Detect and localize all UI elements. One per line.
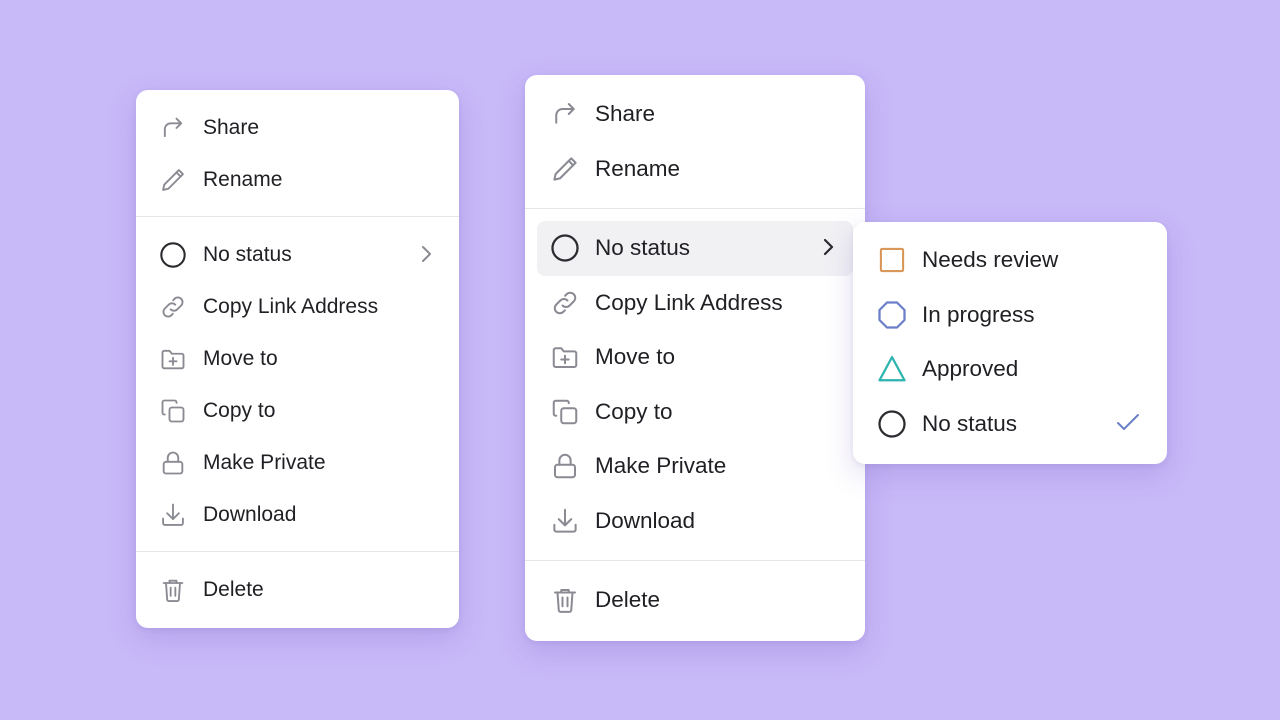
circle-status-icon bbox=[549, 232, 581, 264]
lock-icon bbox=[549, 450, 581, 482]
menu-divider bbox=[525, 560, 865, 561]
status-option-label: Approved bbox=[922, 356, 1019, 382]
menu-item-label: Delete bbox=[203, 578, 264, 601]
lock-icon bbox=[158, 448, 188, 478]
chevron-right-icon bbox=[821, 236, 835, 258]
menu-item-delete[interactable]: Delete bbox=[537, 573, 853, 628]
octagon-status-icon bbox=[877, 300, 907, 330]
menu-item-rename[interactable]: Rename bbox=[537, 142, 853, 197]
status-option-label: Needs review bbox=[922, 247, 1059, 273]
triangle-status-icon bbox=[877, 354, 907, 384]
menu-item-label: Move to bbox=[203, 347, 278, 370]
menu-item-label: No status bbox=[203, 243, 292, 266]
chevron-right-icon bbox=[419, 243, 433, 265]
share-icon bbox=[158, 113, 188, 143]
menu-item-status[interactable]: No status bbox=[136, 229, 459, 281]
circle-status-icon bbox=[158, 240, 188, 270]
menu-item-label: Download bbox=[595, 507, 696, 533]
download-icon bbox=[549, 505, 581, 537]
folder-plus-icon bbox=[158, 344, 188, 374]
menu-item-label: No status bbox=[595, 235, 691, 261]
status-option-label: No status bbox=[922, 410, 1018, 436]
copy-icon bbox=[549, 396, 581, 428]
menu-item-copy-link[interactable]: Copy Link Address bbox=[136, 281, 459, 333]
status-option-label: In progress bbox=[922, 301, 1035, 327]
status-option-no-status[interactable]: No status bbox=[853, 397, 1167, 452]
trash-icon bbox=[158, 575, 188, 605]
circle-status-icon bbox=[877, 409, 907, 439]
share-icon bbox=[549, 98, 581, 130]
trash-icon bbox=[549, 584, 581, 616]
menu-item-label: Make Private bbox=[203, 451, 326, 474]
pencil-icon bbox=[549, 153, 581, 185]
menu-item-share[interactable]: Share bbox=[136, 102, 459, 154]
status-option-needs-review[interactable]: Needs review bbox=[853, 233, 1167, 288]
menu-divider bbox=[525, 208, 865, 209]
menu-item-label: Share bbox=[595, 101, 656, 127]
folder-plus-icon bbox=[549, 341, 581, 373]
menu-item-download[interactable]: Download bbox=[537, 494, 853, 549]
menu-item-download[interactable]: Download bbox=[136, 489, 459, 541]
menu-item-label: Make Private bbox=[595, 453, 727, 479]
square-status-icon bbox=[877, 245, 907, 275]
menu-divider bbox=[136, 216, 459, 217]
menu-item-label: Copy to bbox=[595, 398, 673, 424]
menu-item-make-private[interactable]: Make Private bbox=[537, 439, 853, 494]
menu-item-label: Download bbox=[203, 503, 297, 526]
menu-item-label: Delete bbox=[595, 587, 661, 613]
menu-item-copy-link[interactable]: Copy Link Address bbox=[537, 276, 853, 331]
menu-item-label: Share bbox=[203, 116, 260, 139]
link-icon bbox=[158, 292, 188, 322]
menu-item-label: Move to bbox=[595, 344, 676, 370]
menu-item-status[interactable]: No status bbox=[537, 221, 853, 276]
copy-icon bbox=[158, 396, 188, 426]
menu-item-label: Copy Link Address bbox=[203, 295, 379, 318]
status-submenu: Needs review In progress Approved No sta… bbox=[853, 222, 1167, 464]
menu-divider bbox=[136, 551, 459, 552]
menu-item-move-to[interactable]: Move to bbox=[136, 333, 459, 385]
checkmark-icon bbox=[1115, 412, 1141, 439]
menu-item-rename[interactable]: Rename bbox=[136, 154, 459, 206]
menu-item-label: Rename bbox=[595, 155, 681, 181]
status-option-approved[interactable]: Approved bbox=[853, 342, 1167, 397]
menu-item-label: Copy Link Address bbox=[595, 289, 783, 315]
menu-item-make-private[interactable]: Make Private bbox=[136, 437, 459, 489]
menu-item-label: Copy to bbox=[203, 399, 276, 422]
menu-item-label: Rename bbox=[203, 168, 283, 191]
menu-item-copy-to[interactable]: Copy to bbox=[136, 385, 459, 437]
menu-item-move-to[interactable]: Move to bbox=[537, 330, 853, 385]
menu-item-copy-to[interactable]: Copy to bbox=[537, 385, 853, 440]
pencil-icon bbox=[158, 165, 188, 195]
menu-item-share[interactable]: Share bbox=[537, 87, 853, 142]
download-icon bbox=[158, 500, 188, 530]
context-menu-expanded: Share Rename No status Copy Link Address… bbox=[525, 75, 865, 641]
link-icon bbox=[549, 287, 581, 319]
status-option-in-progress[interactable]: In progress bbox=[853, 288, 1167, 343]
menu-item-delete[interactable]: Delete bbox=[136, 564, 459, 616]
context-menu-collapsed: Share Rename No status Copy Link Address… bbox=[136, 90, 459, 628]
